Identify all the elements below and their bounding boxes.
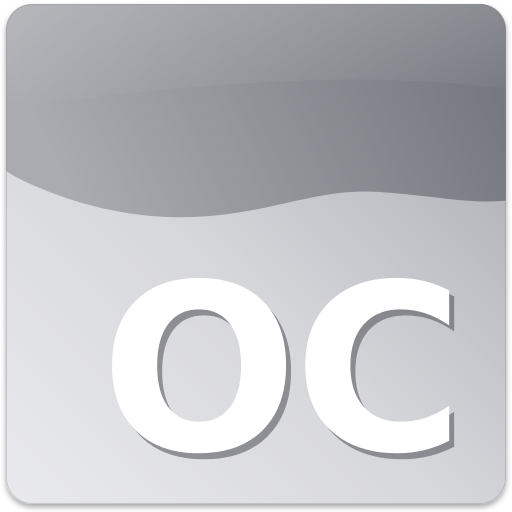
monogram-text-group: OC OC: [101, 235, 469, 511]
app-icon-graphic: OC OC: [6, 4, 506, 511]
monogram-text: OC: [101, 235, 460, 505]
app-icon[interactable]: OC OC: [0, 0, 512, 512]
icon-wave-band: [6, 4, 506, 218]
